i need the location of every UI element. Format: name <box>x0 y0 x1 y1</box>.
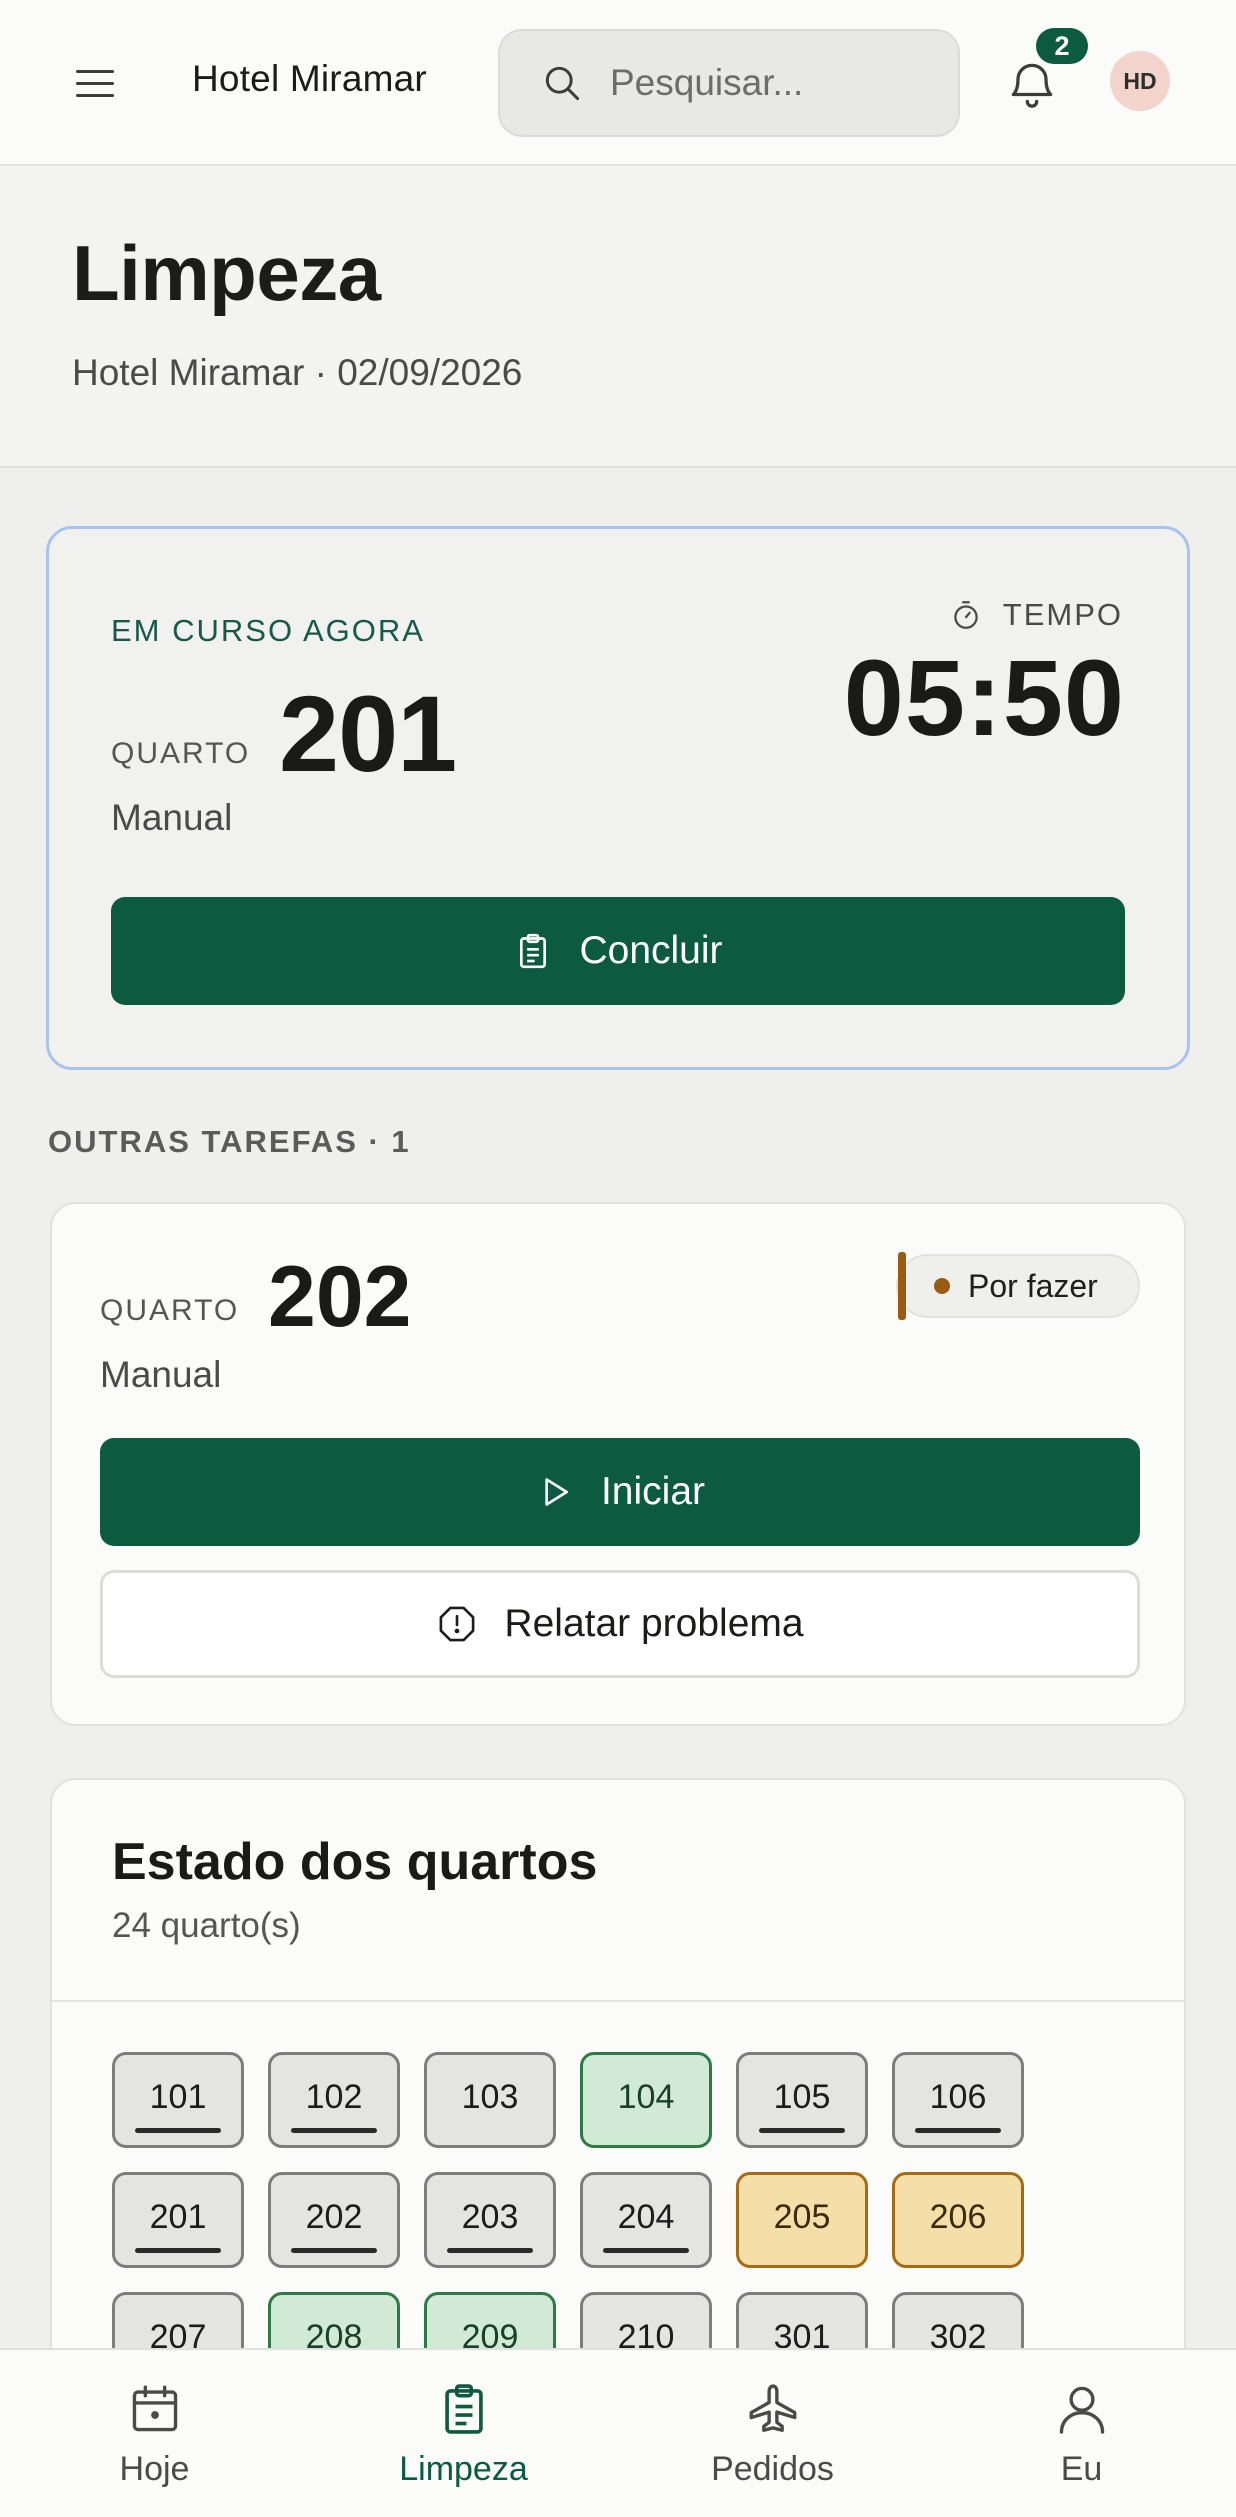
room-chip-underline <box>603 2248 689 2253</box>
start-button-label: Iniciar <box>600 1470 706 1513</box>
timer-value: 05:50 <box>843 637 1125 758</box>
complete-button-label: Concluir <box>579 929 723 972</box>
room-label: QUARTO <box>111 737 251 770</box>
nav-label-eu: Eu <box>1060 2450 1103 2488</box>
clipboard-icon <box>520 933 547 969</box>
room-chip[interactable]: 106 <box>892 2052 1024 2148</box>
room-chip-number: 206 <box>929 2197 987 2236</box>
room-chip-underline <box>447 2248 533 2253</box>
calendar-icon <box>132 2385 177 2432</box>
status-dot-icon <box>934 1278 950 1294</box>
room-chip[interactable]: 204 <box>580 2172 712 2268</box>
avatar[interactable]: HD <box>1110 51 1170 111</box>
hamburger-menu-icon[interactable] <box>70 62 122 106</box>
search-bar[interactable] <box>498 29 960 137</box>
top-bar: Hotel Miramar 2 HD <box>0 0 1236 166</box>
timer-label: TEMPO <box>949 597 1123 633</box>
room-chip[interactable]: 103 <box>424 2052 556 2148</box>
nav-label-hoje: Hoje <box>119 2450 190 2488</box>
report-problem-label: Relatar problema <box>504 1602 804 1645</box>
nav-label-limpeza: Limpeza <box>399 2450 528 2488</box>
start-button[interactable]: Iniciar <box>100 1438 1140 1546</box>
room-chip-underline <box>759 2128 845 2133</box>
rooms-count: 24 quarto(s) <box>112 1906 301 1945</box>
current-room-number: 201 <box>279 673 457 794</box>
search-icon <box>545 66 580 101</box>
other-tasks-heading: OUTRAS TAREFAS · 1 <box>48 1124 411 1159</box>
current-task-eyebrow: EM CURSO AGORA <box>111 613 425 648</box>
page-header: Limpeza Hotel Miramar · 02/09/2026 <box>0 166 1236 468</box>
task-room-type: Manual <box>100 1354 222 1395</box>
room-chip-number: 104 <box>617 2077 675 2116</box>
room-chip[interactable]: 202 <box>268 2172 400 2268</box>
room-chip[interactable]: 105 <box>736 2052 868 2148</box>
room-chip-number: 105 <box>773 2077 831 2116</box>
room-chip-number: 101 <box>149 2077 207 2116</box>
room-label: QUARTO <box>100 1294 240 1327</box>
airplane-icon <box>749 2384 796 2432</box>
page-subtitle: Hotel Miramar · 02/09/2026 <box>72 352 523 393</box>
room-chip-number: 102 <box>305 2077 363 2116</box>
current-room-type: Manual <box>111 797 233 838</box>
room-chip-number: 204 <box>617 2197 675 2236</box>
room-chip[interactable]: 201 <box>112 2172 244 2268</box>
report-problem-button[interactable]: Relatar problema <box>100 1570 1140 1678</box>
room-chip[interactable]: 206 <box>892 2172 1024 2268</box>
room-chip-number: 205 <box>773 2197 831 2236</box>
room-chip-number: 201 <box>149 2197 207 2236</box>
task-room-number: 202 <box>268 1249 412 1345</box>
stopwatch-icon <box>954 601 978 629</box>
nav-item-eu[interactable]: Eu <box>927 2350 1236 2517</box>
bell-icon <box>1011 63 1053 108</box>
alert-octagon-icon <box>440 1606 475 1642</box>
notification-count-badge: 2 <box>1036 28 1088 64</box>
room-chip-underline <box>135 2248 221 2253</box>
room-chip-number: 203 <box>461 2197 519 2236</box>
task-card: QUARTO 202 Manual Por fazer Iniciar Rela… <box>50 1202 1186 1726</box>
nav-label-pedidos: Pedidos <box>711 2450 834 2488</box>
room-chip-underline <box>915 2128 1001 2133</box>
room-chip-number: 106 <box>929 2077 987 2116</box>
user-icon <box>1059 2386 1104 2434</box>
room-chip-underline <box>291 2248 377 2253</box>
divider <box>52 2000 1184 2002</box>
timer-label-text: TEMPO <box>1002 597 1123 632</box>
room-chip[interactable]: 104 <box>580 2052 712 2148</box>
app-title: Hotel Miramar <box>192 58 427 99</box>
clipboard-icon <box>444 2384 483 2434</box>
bottom-nav: Hoje Limpeza Pedidos Eu <box>0 2348 1236 2517</box>
room-chip-underline <box>135 2128 221 2133</box>
room-chip[interactable]: 102 <box>268 2052 400 2148</box>
complete-button[interactable]: Concluir <box>111 897 1125 1005</box>
status-badge: Por fazer <box>896 1254 1140 1318</box>
room-chip[interactable]: 101 <box>112 2052 244 2148</box>
room-chip-number: 202 <box>305 2197 363 2236</box>
notifications-button[interactable] <box>1004 56 1060 112</box>
room-chip-underline <box>291 2128 377 2133</box>
nav-item-hoje[interactable]: Hoje <box>0 2350 309 2517</box>
play-icon <box>545 1478 568 1506</box>
page-title: Limpeza <box>72 229 381 317</box>
search-input[interactable] <box>610 62 930 104</box>
status-badge-label: Por fazer <box>968 1267 1098 1304</box>
room-chip[interactable]: 203 <box>424 2172 556 2268</box>
rooms-status-title: Estado dos quartos <box>112 1833 598 1891</box>
status-accent-bar <box>898 1252 906 1320</box>
room-chip-number: 103 <box>461 2077 519 2116</box>
room-chip[interactable]: 205 <box>736 2172 868 2268</box>
nav-item-limpeza[interactable]: Limpeza <box>309 2350 618 2517</box>
nav-item-pedidos[interactable]: Pedidos <box>618 2350 927 2517</box>
current-task-card: EM CURSO AGORA QUARTO 201 Manual TEMPO 0… <box>46 526 1190 1070</box>
